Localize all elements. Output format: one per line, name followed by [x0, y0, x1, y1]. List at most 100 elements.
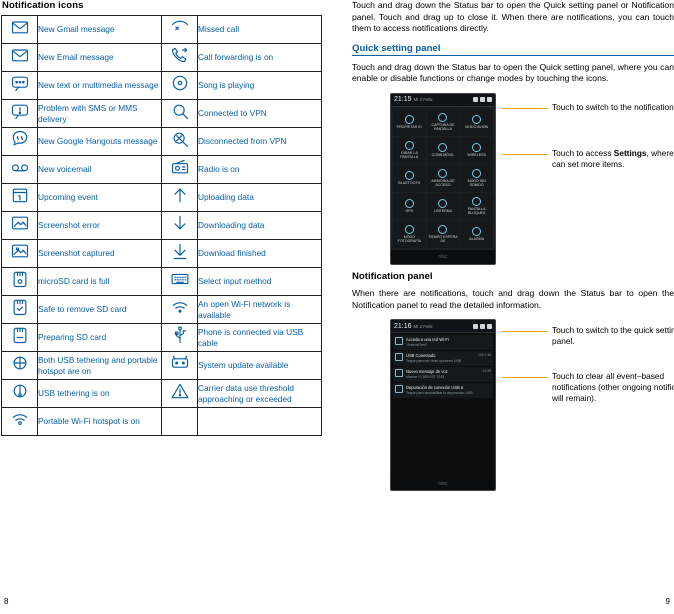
- notification-subtitle: Toque para deshabilitar la depuración US…: [406, 391, 473, 396]
- tile-icon: [438, 199, 448, 209]
- sms-problem-icon: [1, 99, 38, 128]
- leader-line-1: [502, 107, 548, 109]
- table-row: Preparing SD card Phone is connected via …: [1, 323, 322, 352]
- call-forwarding-icon: [161, 43, 198, 72]
- tile-icon: [472, 169, 482, 179]
- notification-text: Nuevo mensaje de voz Marcar +1 805 637 72…: [406, 369, 481, 380]
- quick-setting-tile[interactable]: CONN MÓVIL: [426, 136, 460, 164]
- vpn-connected-icon: [161, 99, 198, 128]
- notification-item[interactable]: Acceda a una red Wi-Fi "AndroidTest": [393, 335, 493, 351]
- icon-label: Connected to VPN: [197, 99, 322, 128]
- notification-item[interactable]: Nuevo mensaje de voz Marcar +1 805 637 72…: [393, 367, 493, 383]
- icon-label: Select input method: [197, 267, 322, 296]
- left-page: Notification icons New Gmail message Miss…: [0, 0, 322, 614]
- tile-label: LINTERNA: [434, 209, 452, 214]
- sdcard-full-icon: [1, 267, 38, 296]
- sms-mms-icon: [1, 71, 38, 100]
- table-row: Both USB tethering and portable hotspot …: [1, 351, 322, 380]
- notification-title: USB Conectado: [406, 353, 436, 359]
- page-number-left: 8: [4, 597, 9, 606]
- screenshot-captured-icon: [1, 239, 38, 268]
- notification-panel-heading: Notification panel: [352, 270, 433, 282]
- quick-setting-tile[interactable]: GPS: [393, 192, 426, 220]
- quick-setting-tile[interactable]: PANTALLA BLOQUEA: [460, 192, 493, 220]
- statusbar-date: Mi 2 Febr.: [413, 97, 434, 103]
- wifi-icon: [395, 337, 403, 346]
- notification-list[interactable]: Acceda a una red Wi-Fi "AndroidTest" USB C…: [391, 333, 495, 401]
- gmail-icon: [1, 15, 38, 44]
- callout-switch-quick-setting: Touch to switch to the quick setting pan…: [552, 325, 674, 347]
- quick-setting-tile[interactable]: LINTERNA: [426, 192, 460, 220]
- icon-label: Screenshot error: [37, 211, 162, 240]
- icon-label: Screenshot captured: [37, 239, 162, 268]
- tile-label: PROPIETAR IO: [396, 125, 422, 130]
- quick-setting-illustration: 21:15 Mi 2 Febr. PROPIETAR IO CAPTURA DE …: [352, 92, 674, 265]
- notification-subtitle: "AndroidTest": [406, 343, 427, 348]
- usb-tethering-icon: [1, 379, 38, 408]
- notification-item[interactable]: Depuración de conexión USB a Toque para d…: [393, 383, 493, 399]
- tile-label: PANTALLA BLOQUEA: [467, 207, 486, 216]
- callout-settings-pre: Touch to access: [552, 147, 614, 158]
- wifi-hotspot-icon: [1, 407, 38, 436]
- vpn-disconnected-icon: [161, 127, 198, 156]
- sms-icon: [395, 369, 403, 378]
- statusbar-time-2: 21:16: [394, 322, 412, 330]
- tile-label: GIRAR LA PANTALLA: [400, 151, 419, 160]
- notification-title: Acceda a una red Wi-Fi: [406, 337, 449, 343]
- quick-setting-tile[interactable]: WIRELESS: [460, 136, 493, 164]
- phone-mockup-notifications: 21:16 Mi 2 Febr. Acceda a una red Wi-Fi "…: [390, 319, 496, 492]
- icon-label: New Gmail message: [37, 15, 162, 44]
- quick-setting-heading: Quick setting panel: [352, 43, 674, 56]
- icon-label: An open Wi-Fi network is available: [197, 295, 322, 324]
- quick-setting-tile[interactable]: BLUETOOTH: [393, 164, 426, 192]
- icon-label: Call forwarding is on: [197, 43, 322, 72]
- notification-text: Depuración de conexión USB a Toque para d…: [406, 385, 489, 396]
- tile-icon: [404, 199, 414, 209]
- notification-item[interactable]: USB Conectado Toque para ver otras opcion…: [393, 351, 493, 367]
- quick-setting-tile[interactable]: GIRAR LA PANTALLA: [393, 136, 426, 164]
- signal-icon: [473, 97, 478, 103]
- icon-label: Carrier data use threshold approaching o…: [197, 379, 322, 408]
- icon-label: New text or multimedia message: [37, 71, 162, 100]
- table-row: Screenshot captured Download finished: [1, 239, 322, 268]
- quick-setting-tile[interactable]: TIEMPO ESPERA DE: [426, 220, 460, 248]
- quick-setting-tile[interactable]: CAPTURA DE PANTALLA: [426, 108, 460, 136]
- notification-panel-paragraph: When there are notifications, touch and …: [352, 287, 674, 310]
- tile-icon: [438, 113, 448, 123]
- tile-icon: [404, 225, 414, 235]
- icon-label: System update available: [197, 351, 322, 380]
- usb-icon: [395, 353, 403, 362]
- table-row: New text or multimedia message Song is pl…: [1, 71, 322, 100]
- tile-icon: [472, 143, 482, 153]
- table-row: New Gmail message Missed call: [1, 15, 322, 44]
- page-number-right: 9: [665, 597, 670, 606]
- notification-title: Depuración de conexión USB a: [406, 385, 464, 391]
- empty-icon-cell: [161, 407, 198, 436]
- phone-footer-2: 0/0C: [391, 476, 495, 491]
- icon-label: Radio is on: [197, 155, 322, 184]
- table-row: Upcoming event Uploading data: [1, 183, 322, 212]
- quick-setting-tile[interactable]: MODO FOTOGRAFÍA: [393, 220, 426, 248]
- table-row: USB tethering is on Carrier data use thre…: [1, 379, 322, 408]
- quick-settings-tiles[interactable]: PROPIETAR IO CAPTURA DE PANTALLA MODO AVIÓ…: [391, 106, 495, 250]
- battery-icon: [487, 97, 492, 103]
- tile-label: ALARMA: [469, 237, 485, 242]
- icon-label: Missed call: [197, 15, 322, 44]
- tile-label: CONN MÓVIL: [431, 153, 455, 158]
- keyboard-icon: [161, 267, 198, 296]
- phone-mockup-quick-settings: 21:15 Mi 2 Febr. PROPIETAR IO CAPTURA DE …: [390, 92, 496, 265]
- quick-setting-tile[interactable]: MODO SIN SONIDO: [460, 164, 493, 192]
- quick-setting-tile[interactable]: PROPIETAR IO: [393, 108, 426, 136]
- tile-icon: [438, 169, 448, 179]
- quick-setting-paragraph: Touch and drag down the Status bar to op…: [352, 61, 674, 84]
- notification-meta: 21:08: [482, 369, 492, 374]
- quick-setting-tile[interactable]: ALARMA: [460, 220, 493, 248]
- statusbar-time: 21:15: [394, 96, 412, 104]
- notification-title: Nuevo mensaje de voz: [406, 369, 448, 375]
- quick-setting-tile[interactable]: MODO AVIÓN: [460, 108, 493, 136]
- statusbar-icons-2: [473, 323, 492, 329]
- quick-setting-tile[interactable]: MEMORIA DE ACCESO: [426, 164, 460, 192]
- page-title: Notification icons: [2, 0, 84, 11]
- upload-icon: [161, 183, 198, 212]
- system-update-icon: [161, 351, 198, 380]
